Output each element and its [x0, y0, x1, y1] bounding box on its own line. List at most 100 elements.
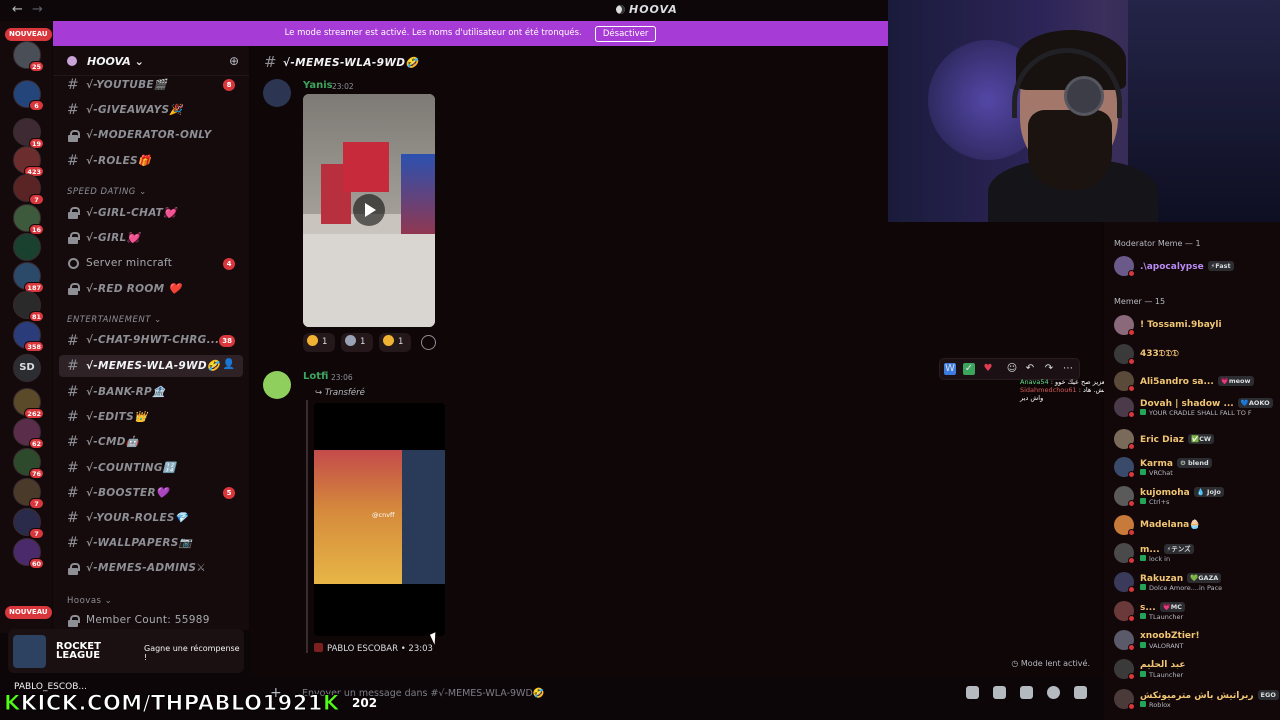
- member-item[interactable]: Karma ⚙ blend VRChat: [1110, 455, 1276, 479]
- invite-people-icon[interactable]: ⊕: [229, 54, 239, 68]
- hash-icon: #: [264, 53, 277, 71]
- message-author[interactable]: Lotfi: [303, 371, 328, 382]
- heart-icon[interactable]: ♥: [982, 363, 994, 375]
- server-icon[interactable]: 7: [13, 174, 44, 205]
- member-item[interactable]: ! Tossami.9bayli: [1110, 313, 1276, 337]
- member-item[interactable]: 433𝔇𝔇𝔇: [1110, 342, 1276, 366]
- server-icon[interactable]: 358: [13, 321, 44, 352]
- member-activity: Dolce Amore....in Pace: [1140, 584, 1222, 592]
- server-icon[interactable]: 60: [13, 538, 44, 569]
- sticker-icon[interactable]: [1020, 686, 1033, 699]
- server-icon[interactable]: SD: [13, 354, 41, 382]
- video-attachment[interactable]: [303, 94, 435, 327]
- member-list: Moderator Meme — 1 Memer — 15 .\apocalyp…: [1104, 222, 1280, 720]
- add-member-icon[interactable]: 👤: [223, 359, 235, 370]
- server-icon[interactable]: 6: [13, 80, 44, 111]
- claim-reward-button[interactable]: Gagne une récompense !: [144, 644, 244, 662]
- add-reaction-icon[interactable]: [421, 335, 436, 350]
- back-arrow-icon[interactable]: ←: [12, 2, 23, 17]
- check-icon[interactable]: ✓: [963, 363, 975, 375]
- member-item[interactable]: xnoobZtier! VALORANT: [1110, 628, 1276, 652]
- category-entertainement[interactable]: ENTERTAINEMENT ⌄: [67, 315, 162, 325]
- message-author[interactable]: Yanis: [303, 80, 333, 91]
- status-dot: [1128, 411, 1135, 418]
- clan-tag: EGO: [1257, 690, 1279, 700]
- category-hoovas[interactable]: Hoovas ⌄: [67, 596, 112, 606]
- channel-item[interactable]: # √-YOUTUBE🎬 8: [59, 74, 243, 96]
- gift-icon[interactable]: [966, 686, 979, 699]
- server-icon[interactable]: 262: [13, 388, 44, 419]
- reaction-pill[interactable]: 1: [341, 333, 373, 352]
- activity-text: TLauncher: [1149, 613, 1184, 621]
- member-name-text: Karma: [1140, 459, 1173, 469]
- server-icon[interactable]: [13, 233, 41, 261]
- channel-item[interactable]: # √-MEMES-WLA-9WD🤣 👤: [59, 355, 243, 378]
- apps-icon[interactable]: [1074, 686, 1087, 699]
- channel-item[interactable]: √-GIRL💓: [59, 227, 243, 249]
- member-item[interactable]: Ali5andro sa... 💗meow: [1110, 369, 1276, 393]
- member-item[interactable]: s... 💗MC TLauncher: [1110, 599, 1276, 623]
- channel-item[interactable]: √-RED ROOM ❤️: [59, 278, 243, 300]
- server-icon[interactable]: 7: [13, 478, 44, 509]
- rocket-league-promo[interactable]: ROCKET LEAGUE Gagne une récompense !: [8, 629, 244, 673]
- channel-item[interactable]: √-MEMES-ADMINS⚔: [59, 558, 243, 580]
- title-bar: ← → HOOVA: [0, 0, 888, 21]
- channel-item[interactable]: # √-CMD🤖: [59, 431, 243, 453]
- forward-icon[interactable]: ↷: [1043, 363, 1055, 375]
- channel-item[interactable]: # √-ROLES🎁: [59, 150, 243, 172]
- avatar[interactable]: [263, 371, 291, 399]
- server-icon[interactable]: 187: [13, 262, 44, 293]
- message-toolbar: W ✓ ♥ ☺ ↶ ↷ ⋯: [939, 358, 1080, 380]
- forward-icon: ↪: [315, 388, 325, 398]
- server-icon[interactable]: 16: [13, 204, 44, 235]
- channel-item[interactable]: √-GIRL-CHAT💓: [59, 202, 243, 224]
- window-title-text: HOOVA: [629, 3, 678, 16]
- channel-item[interactable]: # √-COUNTING🔢: [59, 457, 243, 479]
- member-item[interactable]: ربراتيش باش مترميوتكش EGO Roblox: [1110, 687, 1279, 711]
- channel-item[interactable]: # √-CHAT-9HWT-CHRG... 38: [59, 330, 243, 352]
- member-item[interactable]: .\apocalypse ⚡Fast: [1110, 254, 1276, 278]
- channel-item[interactable]: # √-BANK-RP🏦: [59, 381, 243, 403]
- member-item[interactable]: Rakuzan 💚GAZA Dolce Amore....in Pace: [1110, 570, 1276, 594]
- add-reaction-icon[interactable]: ☺: [1006, 363, 1018, 375]
- streamer-webcam: [888, 0, 1280, 222]
- forward-arrow-icon[interactable]: →: [32, 2, 43, 17]
- emoji-icon[interactable]: [1047, 686, 1060, 699]
- channel-item[interactable]: # √-BOOSTER💜 5: [59, 482, 243, 504]
- member-item[interactable]: Eric Diaz ✅CW: [1110, 427, 1276, 451]
- channel-item[interactable]: # √-GIVEAWAYS🎉: [59, 99, 243, 121]
- member-item[interactable]: عبد الحليم TLauncher: [1110, 657, 1276, 681]
- server-icon[interactable]: 19: [13, 118, 44, 149]
- channel-item[interactable]: √-MODERATOR-ONLY: [59, 125, 243, 147]
- member-item[interactable]: Dovah | shadow ... 💙AOKO YOUR CRADLE SHALL…: [1110, 395, 1276, 419]
- channel-item[interactable]: # √-WALLPAPERS📷: [59, 532, 243, 554]
- clan-tag: 💗meow: [1217, 376, 1254, 386]
- reply-icon[interactable]: ↶: [1024, 363, 1036, 375]
- more-icon[interactable]: ⋯: [1062, 363, 1074, 375]
- category-speed-dating[interactable]: SPEED DATING ⌄: [67, 187, 147, 197]
- member-item[interactable]: Madelana🧁: [1110, 513, 1276, 537]
- server-icon[interactable]: 62: [13, 418, 44, 449]
- avatar[interactable]: [263, 79, 291, 107]
- server-icon[interactable]: 81: [13, 291, 44, 322]
- channel-item[interactable]: Server mincraft 4: [59, 253, 243, 275]
- member-activity: Roblox: [1140, 701, 1171, 709]
- hash-icon: #: [67, 510, 79, 527]
- forwarded-video[interactable]: @cnvff: [314, 403, 445, 636]
- disable-button[interactable]: Désactiver: [594, 25, 657, 42]
- letter-w-icon[interactable]: W: [944, 363, 956, 375]
- reaction-pill[interactable]: 1: [303, 333, 335, 352]
- hash-icon: #: [67, 102, 79, 119]
- channel-item[interactable]: # √-YOUR-ROLES💎: [59, 507, 243, 529]
- play-icon[interactable]: [353, 194, 385, 226]
- server-icon[interactable]: 423: [13, 146, 44, 177]
- member-item[interactable]: m... ⚡テンズ lock in: [1110, 541, 1276, 565]
- member-item[interactable]: kujomoha 💧 JoJo Ctrl+s: [1110, 484, 1276, 508]
- gif-icon[interactable]: [993, 686, 1006, 699]
- server-icon[interactable]: 7: [13, 508, 44, 539]
- server-icon[interactable]: 76: [13, 448, 44, 479]
- server-header[interactable]: HOOVA ⌄ ⊕: [53, 46, 249, 76]
- server-icon[interactable]: 25: [13, 41, 44, 72]
- reaction-pill[interactable]: 1: [379, 333, 411, 352]
- channel-item[interactable]: # √-EDITS👑: [59, 406, 243, 428]
